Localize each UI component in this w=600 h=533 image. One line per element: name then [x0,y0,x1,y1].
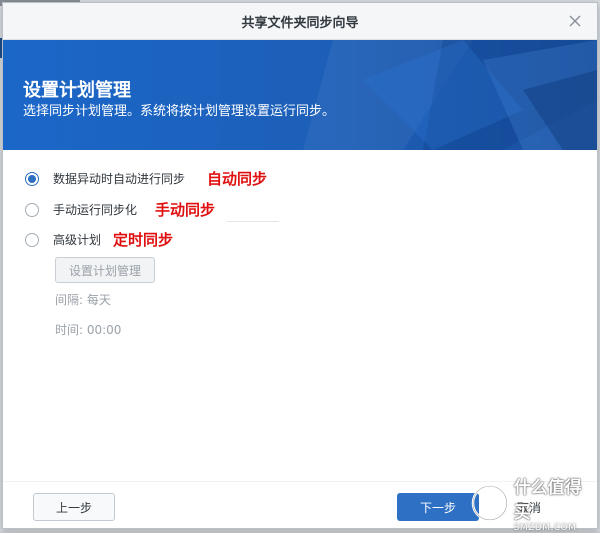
wizard-banner: 设置计划管理 选择同步计划管理。系统将按计划管理设置运行同步。 [3,40,597,150]
schedule-interval: 间隔: 每天 [55,293,111,307]
close-button[interactable] [565,11,585,31]
watermark: 什么值得买 SMZDM.COM [470,478,598,533]
divider [227,221,279,222]
dialog-titlebar: 共享文件夹同步向导 [3,3,597,40]
dialog-title: 共享文件夹同步向导 [241,15,359,31]
next-button[interactable]: 下一步 [397,493,479,521]
watermark-line1: 什么值得买 [513,478,582,523]
option-auto-sync-label: 数据异动时自动进行同步 [53,172,186,186]
sync-wizard-dialog: 共享文件夹同步向导 设置计划管理 选择同步计划管理。系统将按计划管理设置运行同步… [2,2,598,529]
option-manual-sync-label: 手动运行同步化 [53,203,138,217]
option-manual-sync[interactable]: 手动运行同步化 [25,201,137,218]
watermark-text: 什么值得买 SMZDM.COM [514,473,598,533]
watermark-line2: SMZDM.COM [513,523,577,533]
radio-manual-sync[interactable] [25,202,39,217]
option-advanced-schedule-label: 高级计划 [53,233,102,247]
smzdm-logo-icon [471,484,508,522]
annotation-manual-sync: 手动同步 [155,201,216,219]
option-auto-sync[interactable]: 数据异动时自动进行同步 [25,170,185,187]
schedule-time: 时间: 00:00 [55,323,122,337]
set-schedule-button[interactable]: 设置计划管理 [55,257,155,283]
previous-button[interactable]: 上一步 [33,493,115,521]
close-icon [569,15,581,27]
radio-advanced-schedule[interactable] [25,232,39,247]
banner-subtitle: 选择同步计划管理。系统将按计划管理设置运行同步。 [23,104,336,119]
radio-auto-sync[interactable] [25,171,39,186]
banner-title: 设置计划管理 [23,80,131,101]
annotation-scheduled-sync: 定时同步 [113,231,174,249]
annotation-auto-sync: 自动同步 [207,170,268,188]
option-advanced-schedule[interactable]: 高级计划 [25,231,101,248]
